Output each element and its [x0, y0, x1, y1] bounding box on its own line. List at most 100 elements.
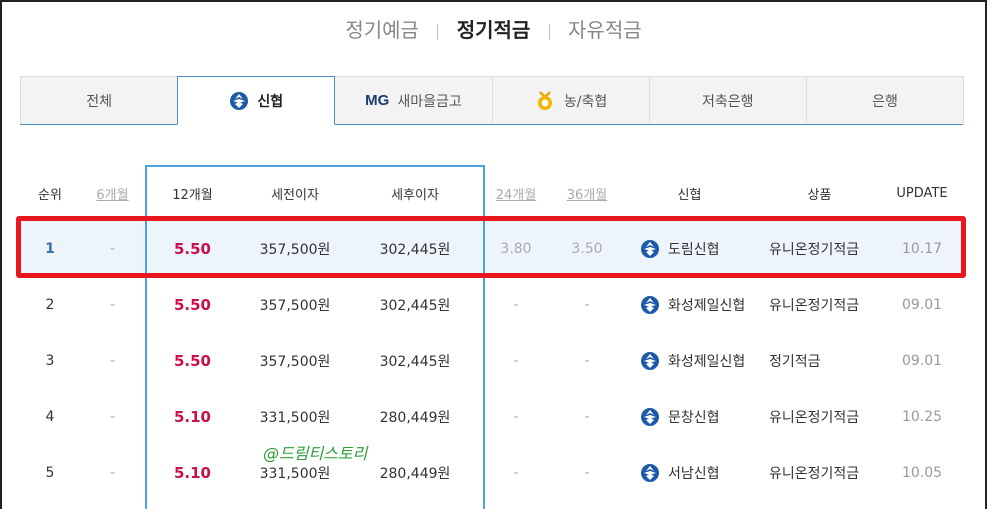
- rate-6m-cell: -: [109, 465, 116, 481]
- rate-24m-cell: -: [513, 353, 519, 369]
- bank-name: 문창신협: [668, 410, 720, 426]
- rank-cell: 4: [45, 409, 55, 425]
- category-nav: 정기예금 정기적금 자유적금: [0, 14, 987, 43]
- rate-36m-cell: -: [584, 297, 590, 313]
- table-row[interactable]: 2 - 5.50 357,500원 302,445원 - - 화성제일신협 유니…: [20, 277, 963, 333]
- rate-table: 순위 6개월 12개월 세전이자 세후이자 24개월 36개월 신협 상품 UP…: [20, 165, 963, 501]
- rate-36m-cell: -: [584, 465, 590, 481]
- pretax-cell: 331,500원: [259, 466, 331, 482]
- tab-label: 새마을금고: [397, 93, 462, 110]
- rate-6m-cell: -: [109, 409, 116, 425]
- rate-24m-cell: -: [513, 297, 519, 313]
- category-fixed-deposit[interactable]: 정기예금: [333, 14, 431, 43]
- table-row[interactable]: 4 - 5.10 331,500원 280,449원 - - 문창신협 유니온정…: [20, 389, 963, 445]
- product-cell[interactable]: 유니온정기적금: [757, 463, 882, 483]
- posttax-cell: 302,445원: [379, 242, 451, 258]
- tab-saemaeul[interactable]: MG 새마을금고: [334, 76, 493, 124]
- header-24-months[interactable]: 24개월: [480, 184, 552, 203]
- tab-shinhyup[interactable]: 신협: [177, 76, 336, 125]
- posttax-cell: 280,449원: [379, 466, 451, 482]
- bank-cell[interactable]: 서남신협: [622, 463, 757, 483]
- rate-6m-cell: -: [109, 241, 116, 257]
- header-pretax-interest: 세전이자: [271, 187, 319, 203]
- rate-12m-cell: 5.50: [173, 296, 211, 314]
- header-36-months[interactable]: 36개월: [552, 184, 622, 203]
- rate-24m-cell: -: [513, 409, 519, 425]
- category-divider: [548, 23, 550, 40]
- product-cell[interactable]: 정기적금: [757, 351, 882, 371]
- tab-all[interactable]: 전체: [20, 76, 179, 124]
- category-installment-savings[interactable]: 정기적금: [445, 14, 543, 43]
- rate-12m-cell: 5.50: [173, 352, 211, 370]
- pretax-cell: 357,500원: [259, 298, 331, 314]
- rate-12m-cell: 5.10: [173, 408, 211, 426]
- rate-36m-cell: 3.50: [571, 241, 603, 257]
- tab-label: 전체: [86, 93, 112, 110]
- rank-cell: 3: [45, 353, 55, 369]
- table-row[interactable]: 3 - 5.50 357,500원 302,445원 - - 화성제일신협 정기…: [20, 333, 963, 389]
- update-cell: 10.17: [901, 241, 943, 257]
- update-cell: 10.25: [901, 409, 943, 425]
- rate-36m-cell: -: [584, 353, 590, 369]
- bank-name: 서남신협: [668, 466, 720, 482]
- nonghyup-logo-icon: [534, 90, 556, 112]
- update-cell: 09.01: [901, 353, 943, 369]
- tab-nonghyup[interactable]: 농/축협: [491, 76, 650, 124]
- update-cell: 10.05: [901, 465, 943, 481]
- rank-cell: 1: [45, 241, 55, 257]
- shinhyup-logo-icon: [640, 463, 660, 483]
- tab-savings-bank[interactable]: 저축은행: [648, 76, 807, 124]
- tab-label: 은행: [872, 93, 898, 110]
- rate-24m-cell: -: [513, 465, 519, 481]
- header-update: UPDATE: [896, 185, 948, 201]
- watermark: @드림티스토리: [263, 444, 368, 463]
- header-bank: 신협: [677, 187, 702, 203]
- mg-logo-icon: MG: [365, 92, 390, 109]
- table-row[interactable]: 5 - 5.10 331,500원 280,449원 - - 서남신협 유니온정…: [20, 445, 963, 501]
- posttax-cell: 302,445원: [379, 298, 451, 314]
- shinhyup-logo-icon: [640, 239, 660, 259]
- pretax-cell: 357,500원: [259, 242, 331, 258]
- bank-cell[interactable]: 화성제일신협: [622, 351, 757, 371]
- tab-label: 농/축협: [563, 93, 608, 110]
- header-6-months[interactable]: 6개월: [80, 184, 145, 203]
- rate-12m-cell: 5.10: [173, 464, 211, 482]
- category-divider: [437, 23, 439, 40]
- tab-bank[interactable]: 은행: [805, 76, 965, 124]
- bank-cell[interactable]: 문창신협: [622, 407, 757, 427]
- header-12-months: 12개월: [172, 187, 213, 203]
- shinhyup-logo-icon: [640, 351, 660, 371]
- bank-cell[interactable]: 도림신협: [622, 239, 757, 259]
- bank-name: 도림신협: [668, 242, 720, 258]
- product-cell[interactable]: 유니온정기적금: [757, 239, 882, 259]
- bank-name: 화성제일신협: [668, 298, 746, 314]
- pretax-cell: 331,500원: [259, 410, 331, 426]
- product-cell[interactable]: 유니온정기적금: [757, 295, 882, 315]
- shinhyup-logo-icon: [640, 407, 660, 427]
- header-posttax-interest: 세후이자: [391, 187, 439, 203]
- rate-24m-cell: 3.80: [500, 241, 532, 257]
- header-product: 상품: [807, 187, 832, 203]
- category-free-savings[interactable]: 자유적금: [556, 14, 654, 43]
- pretax-cell: 357,500원: [259, 354, 331, 370]
- rank-cell: 2: [45, 297, 55, 313]
- rank-cell: 5: [45, 465, 55, 481]
- table-row[interactable]: 1 - 5.50 357,500원 302,445원 3.80 3.50 도림신…: [20, 221, 963, 277]
- rate-6m-cell: -: [109, 297, 116, 313]
- rate-12m-cell: 5.50: [173, 240, 211, 258]
- rate-6m-cell: -: [109, 353, 116, 369]
- rate-36m-cell: -: [584, 409, 590, 425]
- header-rank: 순위: [38, 187, 62, 203]
- bank-cell[interactable]: 화성제일신협: [622, 295, 757, 315]
- shinhyup-logo-icon: [640, 295, 660, 315]
- table-header: 순위 6개월 12개월 세전이자 세후이자 24개월 36개월 신협 상품 UP…: [20, 165, 963, 221]
- bank-name: 화성제일신협: [668, 354, 746, 370]
- update-cell: 09.01: [901, 297, 943, 313]
- shinhyup-logo-icon: [229, 91, 249, 111]
- tab-label: 저축은행: [702, 93, 754, 110]
- posttax-cell: 302,445원: [379, 354, 451, 370]
- institution-tabs: 전체 신협 MG 새마을금고 농/축협 저축은행 은행: [20, 76, 965, 125]
- tab-label: 신협: [257, 93, 284, 110]
- posttax-cell: 280,449원: [379, 410, 451, 426]
- product-cell[interactable]: 유니온정기적금: [757, 407, 882, 427]
